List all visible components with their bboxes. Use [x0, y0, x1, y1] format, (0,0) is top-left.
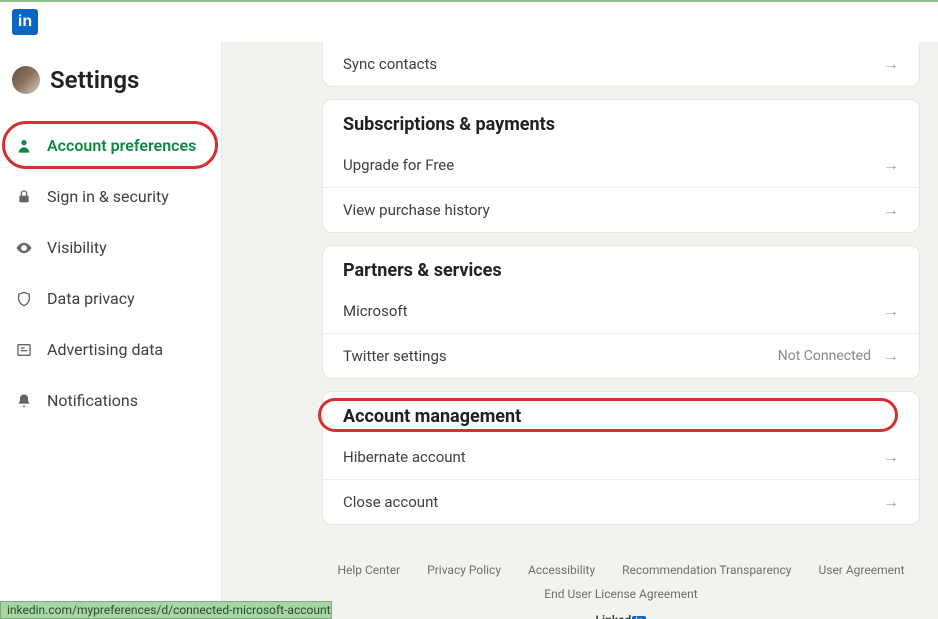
card-partners: Partners & services Microsoft → Twitter …	[322, 245, 920, 379]
bell-icon	[15, 392, 33, 410]
footer-links-row1: Help Center Privacy Policy Accessibility…	[322, 563, 920, 577]
newspaper-icon	[15, 341, 33, 359]
chevron-right-icon: →	[883, 54, 899, 74]
row-status: Not Connected	[778, 348, 871, 364]
row-sync-contacts[interactable]: Sync contacts →	[323, 42, 919, 86]
row-label: Upgrade for Free	[343, 156, 454, 174]
sidebar-item-signin-security[interactable]: Sign in & security	[0, 171, 221, 222]
footer-link[interactable]: User Agreement	[818, 563, 904, 577]
row-purchase-history[interactable]: View purchase history →	[323, 187, 919, 232]
footer-link[interactable]: Accessibility	[528, 563, 595, 577]
footer-link[interactable]: Recommendation Transparency	[622, 563, 791, 577]
shield-icon	[15, 290, 33, 308]
footer-link[interactable]: End User License Agreement	[544, 587, 697, 601]
footer-links-row2: End User License Agreement	[322, 587, 920, 601]
page-title: Settings	[50, 66, 139, 94]
main-content: Sync contacts → Subscriptions & payments…	[222, 42, 938, 619]
sidebar-item-advertising-data[interactable]: Advertising data	[0, 324, 221, 375]
sidebar-item-visibility[interactable]: Visibility	[0, 222, 221, 273]
row-label: Close account	[343, 493, 438, 511]
row-label: View purchase history	[343, 201, 490, 219]
sidebar-item-label: Notifications	[47, 391, 138, 410]
sidebar-item-label: Sign in & security	[47, 187, 169, 206]
sidebar: Settings Account preferences Sign in & s…	[0, 42, 222, 619]
row-label: Microsoft	[343, 302, 408, 320]
row-label: Hibernate account	[343, 448, 466, 466]
sidebar-item-label: Advertising data	[47, 340, 163, 359]
footer-link[interactable]: Privacy Policy	[427, 563, 501, 577]
settings-title-block: Settings	[0, 66, 221, 116]
row-label: Sync contacts	[343, 55, 437, 73]
sidebar-item-notifications[interactable]: Notifications	[0, 375, 221, 426]
section-title: Account management	[323, 392, 919, 435]
row-twitter-settings[interactable]: Twitter settings Not Connected →	[323, 333, 919, 378]
sidebar-item-label: Account preferences	[47, 136, 196, 155]
footer: Help Center Privacy Policy Accessibility…	[322, 537, 920, 619]
section-title: Partners & services	[323, 246, 919, 289]
row-hibernate-account[interactable]: Hibernate account →	[323, 435, 919, 479]
chevron-right-icon: →	[883, 346, 899, 366]
row-upgrade-free[interactable]: Upgrade for Free →	[323, 143, 919, 187]
chevron-right-icon: →	[883, 301, 899, 321]
app-header: in	[0, 2, 938, 42]
chevron-right-icon: →	[883, 492, 899, 512]
chevron-right-icon: →	[883, 200, 899, 220]
sidebar-item-label: Data privacy	[47, 289, 135, 308]
eye-icon	[15, 239, 33, 257]
card-orphan: Sync contacts →	[322, 42, 920, 87]
sidebar-item-label: Visibility	[47, 238, 107, 257]
lock-icon	[15, 188, 33, 206]
chevron-right-icon: →	[883, 155, 899, 175]
row-close-account[interactable]: Close account →	[323, 479, 919, 524]
sidebar-item-data-privacy[interactable]: Data privacy	[0, 273, 221, 324]
linkedin-logo[interactable]: in	[12, 9, 38, 35]
footer-link[interactable]: Help Center	[337, 563, 400, 577]
section-title: Subscriptions & payments	[323, 100, 919, 143]
footer-brand: Linkedin	[322, 613, 920, 619]
sidebar-item-account-preferences[interactable]: Account preferences	[0, 120, 221, 171]
avatar[interactable]	[12, 66, 40, 94]
row-microsoft[interactable]: Microsoft →	[323, 289, 919, 333]
card-account-management: Account management Hibernate account → C…	[322, 391, 920, 525]
status-url-bar: inkedin.com/mypreferences/d/connected-mi…	[0, 601, 332, 619]
chevron-right-icon: →	[883, 447, 899, 467]
card-subscriptions: Subscriptions & payments Upgrade for Fre…	[322, 99, 920, 233]
row-label: Twitter settings	[343, 347, 447, 365]
person-icon	[15, 137, 33, 155]
